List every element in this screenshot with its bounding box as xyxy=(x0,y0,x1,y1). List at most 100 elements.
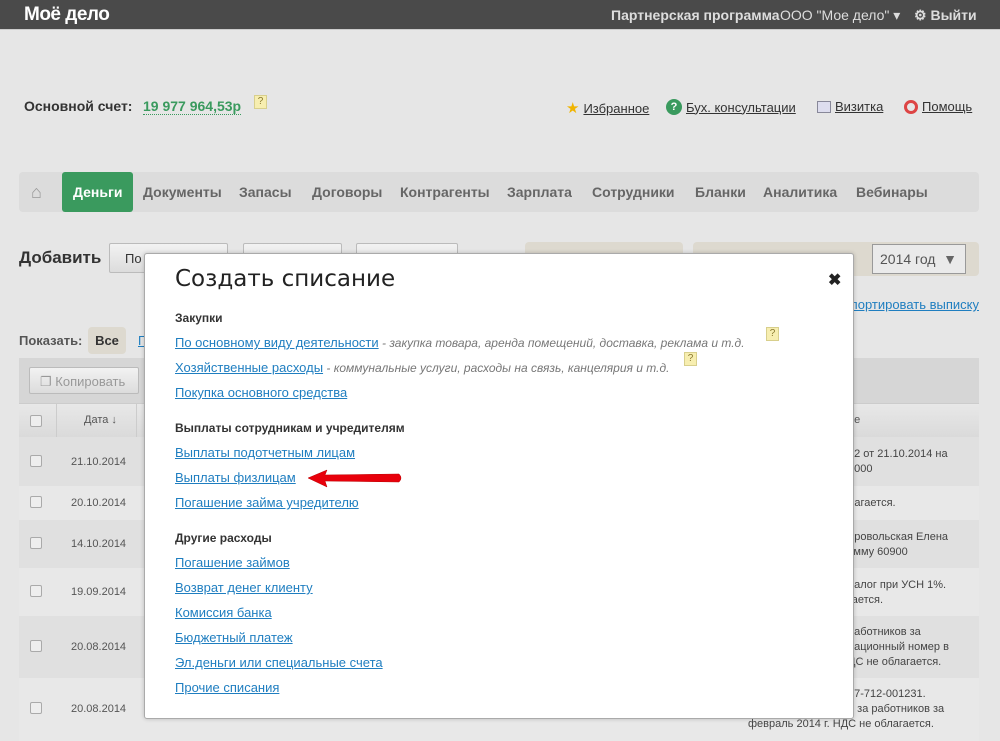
row-description: 87-712-001231. 0 за работников за февраль … xyxy=(748,687,945,732)
desc-line: бровольская Елена xyxy=(848,531,949,543)
account-label: Основной счет: xyxy=(24,98,133,114)
nav-analytics[interactable]: Аналитика xyxy=(763,172,837,212)
main-activity-link[interactable]: По основному виду деятельности xyxy=(175,335,379,350)
section-other-expenses: Другие расходы xyxy=(175,531,272,545)
row-checkbox[interactable] xyxy=(30,496,42,508)
nav-employees[interactable]: Сотрудники xyxy=(592,172,675,212)
copy-button[interactable]: ❐ Копировать xyxy=(29,367,139,394)
help-label: Помощь xyxy=(922,99,973,114)
section-payments-staff: Выплаты сотрудникам и учредителям xyxy=(175,421,405,435)
account-balance[interactable]: 19 977 964,53р xyxy=(143,98,242,115)
show-label: Показать: xyxy=(19,333,83,348)
help-icon[interactable]: ? xyxy=(684,352,697,366)
row-checkbox[interactable] xyxy=(30,640,42,652)
desc-line: гается. xyxy=(848,594,884,606)
favorites-label: Избранное xyxy=(583,100,650,116)
business-card-label: Визитка xyxy=(835,99,884,114)
budget-payment-link[interactable]: Бюджетный платеж xyxy=(175,630,293,645)
desc-line: 42 от 21.10.2014 на xyxy=(848,448,948,460)
column-divider xyxy=(56,404,57,438)
row-description: налог при УСН 1%. гается. xyxy=(848,578,946,608)
nav-contractors[interactable]: Контрагенты xyxy=(400,172,490,212)
row-checkbox[interactable] xyxy=(30,455,42,467)
client-refund-link[interactable]: Возврат денег клиенту xyxy=(175,580,313,595)
desc-line: 5000 xyxy=(848,463,873,475)
list-item: Хозяйственные расходы - коммунальные усл… xyxy=(175,360,669,375)
list-item: Погашение займа учредителю xyxy=(175,495,359,510)
desc-line: 0 за работников за xyxy=(848,703,945,715)
select-all-checkbox[interactable] xyxy=(30,415,42,427)
desc-line: февраль 2014 г. НДС не облагается. xyxy=(748,718,934,730)
consult-link[interactable]: ? Бух. консультации xyxy=(666,99,796,115)
home-icon[interactable]: ⌂ xyxy=(31,172,42,212)
main-nav: ⌂ Деньги Документы Запасы Договоры Контр… xyxy=(19,172,979,212)
chevron-down-icon: ▾ xyxy=(893,7,901,23)
household-expenses-link[interactable]: Хозяйственные расходы xyxy=(175,360,323,375)
favorites-link[interactable]: ★ Избранное xyxy=(566,99,649,117)
help-icon[interactable]: ? xyxy=(766,327,779,341)
nav-contracts[interactable]: Договоры xyxy=(312,172,382,212)
row-date: 20.10.2014 xyxy=(71,497,127,509)
e-money-link[interactable]: Эл.деньги или специальные счета xyxy=(175,655,383,670)
nav-money[interactable]: Деньги xyxy=(62,172,134,212)
nav-webinars[interactable]: Вебинары xyxy=(856,172,928,212)
gear-icon: ⚙ xyxy=(914,7,927,23)
list-item: Выплаты физлицам xyxy=(175,470,296,485)
row-checkbox[interactable] xyxy=(30,585,42,597)
partner-program-link[interactable]: Партнерская программа xyxy=(611,7,780,23)
desc-line: умму 60900 xyxy=(848,546,908,558)
loan-repayment-link[interactable]: Погашение займов xyxy=(175,555,290,570)
desc-line: ДС не облагается. xyxy=(848,656,942,668)
add-label: Добавить xyxy=(19,248,102,267)
desc-line: 87-712-001231. xyxy=(848,688,926,700)
logo[interactable]: Моё дело xyxy=(24,4,110,26)
logout-button[interactable]: ⚙ Выйти xyxy=(914,7,977,24)
list-item: Выплаты подотчетным лицам xyxy=(175,445,355,460)
consult-label: Бух. консультации xyxy=(686,99,796,115)
row-description: бровольская Елена умму 60900 xyxy=(848,530,948,560)
year-value: 2014 год xyxy=(880,251,936,267)
business-card-link[interactable]: Визитка xyxy=(817,99,883,114)
row-date: 19.09.2014 xyxy=(71,586,127,598)
row-description: лагается. xyxy=(848,496,896,511)
copy-label: Копировать xyxy=(55,374,126,389)
accountable-persons-link[interactable]: Выплаты подотчетным лицам xyxy=(175,445,355,460)
bank-fee-link[interactable]: Комиссия банка xyxy=(175,605,272,620)
filter-all[interactable]: Все xyxy=(88,327,126,354)
date-column-header[interactable]: Дата ↓ xyxy=(84,414,117,426)
row-description: 42 от 21.10.2014 на 5000 xyxy=(848,447,948,477)
fixed-asset-link[interactable]: Покупка основного средства xyxy=(175,385,347,400)
list-item: Погашение займов xyxy=(175,555,290,570)
other-writeoffs-link[interactable]: Прочие списания xyxy=(175,680,279,695)
row-date: 20.08.2014 xyxy=(71,703,127,715)
copy-icon: ❐ xyxy=(40,374,52,389)
column-divider xyxy=(136,404,137,438)
individuals-payments-link[interactable]: Выплаты физлицам xyxy=(175,470,296,485)
help-link[interactable]: Помощь xyxy=(904,99,972,114)
list-item: Комиссия банка xyxy=(175,605,272,620)
nav-stock[interactable]: Запасы xyxy=(239,172,292,212)
desc-line: лагается. xyxy=(848,497,896,509)
close-icon[interactable]: ✖ xyxy=(828,270,841,290)
row-date: 14.10.2014 xyxy=(71,538,127,550)
row-checkbox[interactable] xyxy=(30,537,42,549)
year-select[interactable]: 2014 год ▼ xyxy=(872,244,966,274)
section-purchases: Закупки xyxy=(175,311,223,325)
star-icon: ★ xyxy=(566,100,580,117)
import-statement-link[interactable]: Импортировать выписку xyxy=(832,297,979,312)
help-icon[interactable]: ? xyxy=(254,95,267,109)
nav-forms[interactable]: Бланки xyxy=(695,172,746,212)
founder-loan-repayment-link[interactable]: Погашение займа учредителю xyxy=(175,495,359,510)
list-item: Возврат денег клиенту xyxy=(175,580,313,595)
row-checkbox[interactable] xyxy=(30,702,42,714)
nav-documents[interactable]: Документы xyxy=(143,172,222,212)
list-item: Прочие списания xyxy=(175,680,279,695)
business-card-icon xyxy=(817,100,831,113)
question-bubble-icon: ? xyxy=(666,99,682,115)
company-selector[interactable]: ООО "Мое дело" ▾ xyxy=(780,7,900,24)
nav-salary[interactable]: Зарплата xyxy=(507,172,572,212)
logout-label: Выйти xyxy=(930,7,977,23)
add-income-label: По xyxy=(125,251,142,266)
desc-line: работников за xyxy=(848,626,921,638)
modal-title: Создать списание xyxy=(175,266,396,292)
